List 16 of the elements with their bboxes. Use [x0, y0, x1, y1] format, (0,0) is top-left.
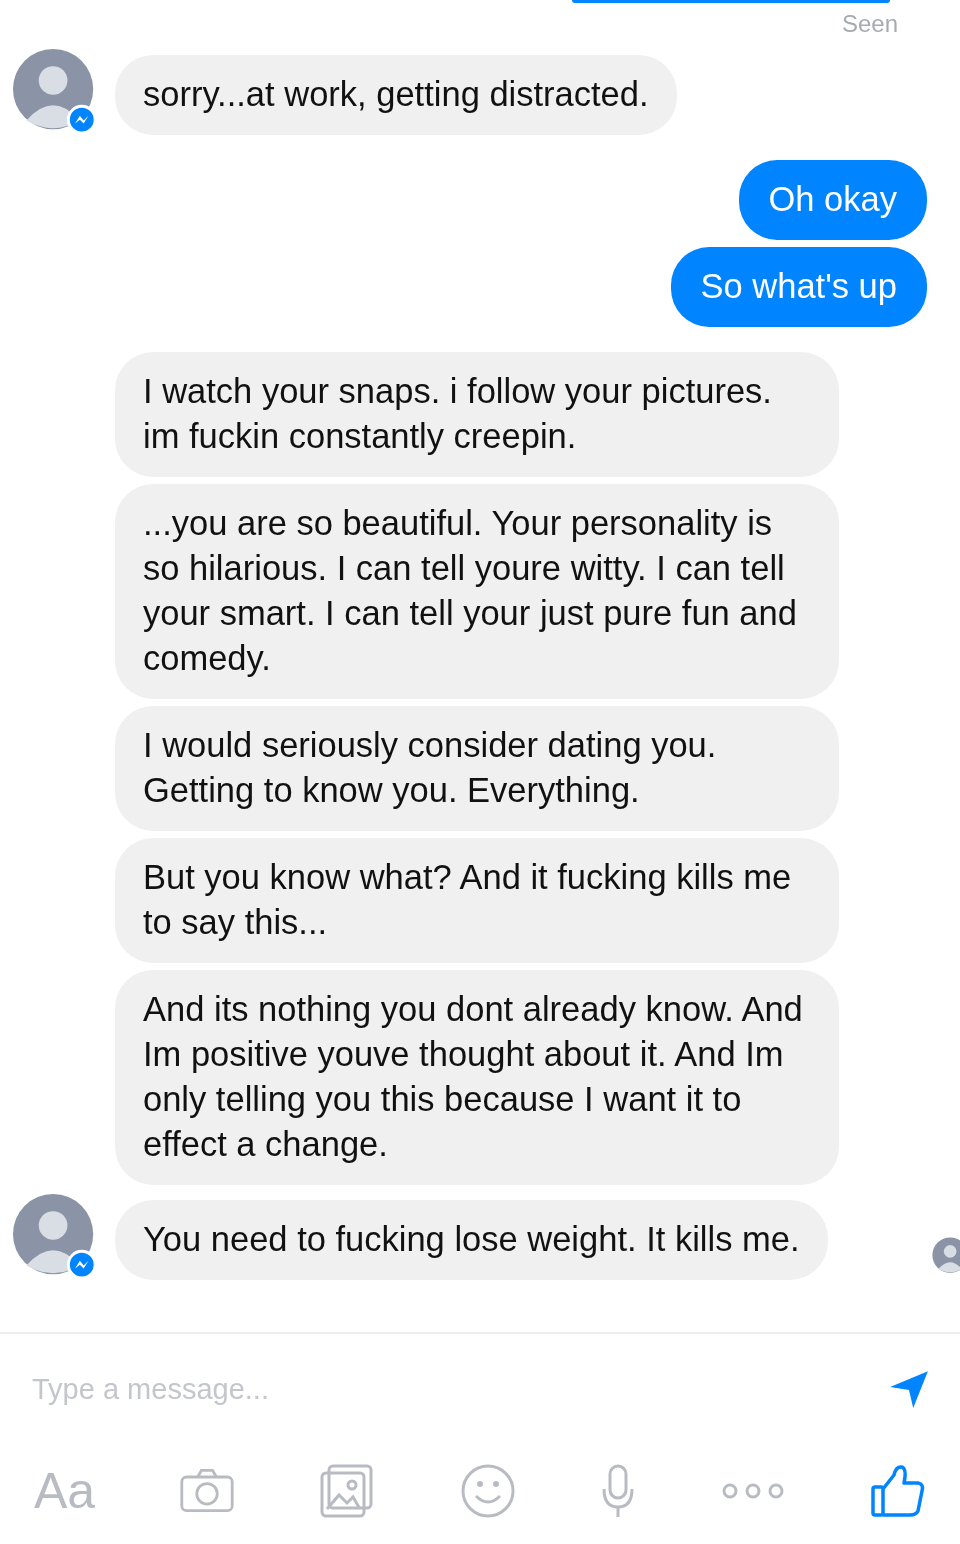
emoji-icon[interactable]: [459, 1463, 516, 1519]
message-bubble: And its nothing you dont already know. And Im positive youve thought about it. And Im only telling you this because I want it to effect a change.: [115, 970, 839, 1185]
message-bubble: I would seriously consider dating you. Getting to know you. Everything.: [115, 706, 839, 831]
text-format-button[interactable]: Aa: [34, 1463, 96, 1519]
seen-label: Seen: [841, 9, 898, 39]
message-bubble: Oh okay: [738, 160, 927, 240]
message-input[interactable]: Type a message...: [32, 1372, 888, 1406]
message-bubble: I watch your snaps. i follow your pictures. im fuckin constantly creepin.: [115, 352, 839, 477]
send-icon[interactable]: [888, 1368, 930, 1410]
message-bubble: sorry...at work, getting distracted.: [115, 55, 677, 135]
message-bubble: ...you are so beautiful. Your personality is so hilarious. I can tell youre witty. I can tell your smart. I can tell your just pure fun and comedy.: [115, 484, 839, 699]
message-bubble: So what's up: [670, 247, 927, 327]
thumbs-up-icon[interactable]: [869, 1463, 926, 1519]
message-bubble: You need to fucking lose weight. It kills me.: [115, 1200, 828, 1280]
gallery-icon[interactable]: [319, 1463, 376, 1519]
message-bubble: But you know what? And it fucking kills me to say this...: [115, 838, 839, 963]
